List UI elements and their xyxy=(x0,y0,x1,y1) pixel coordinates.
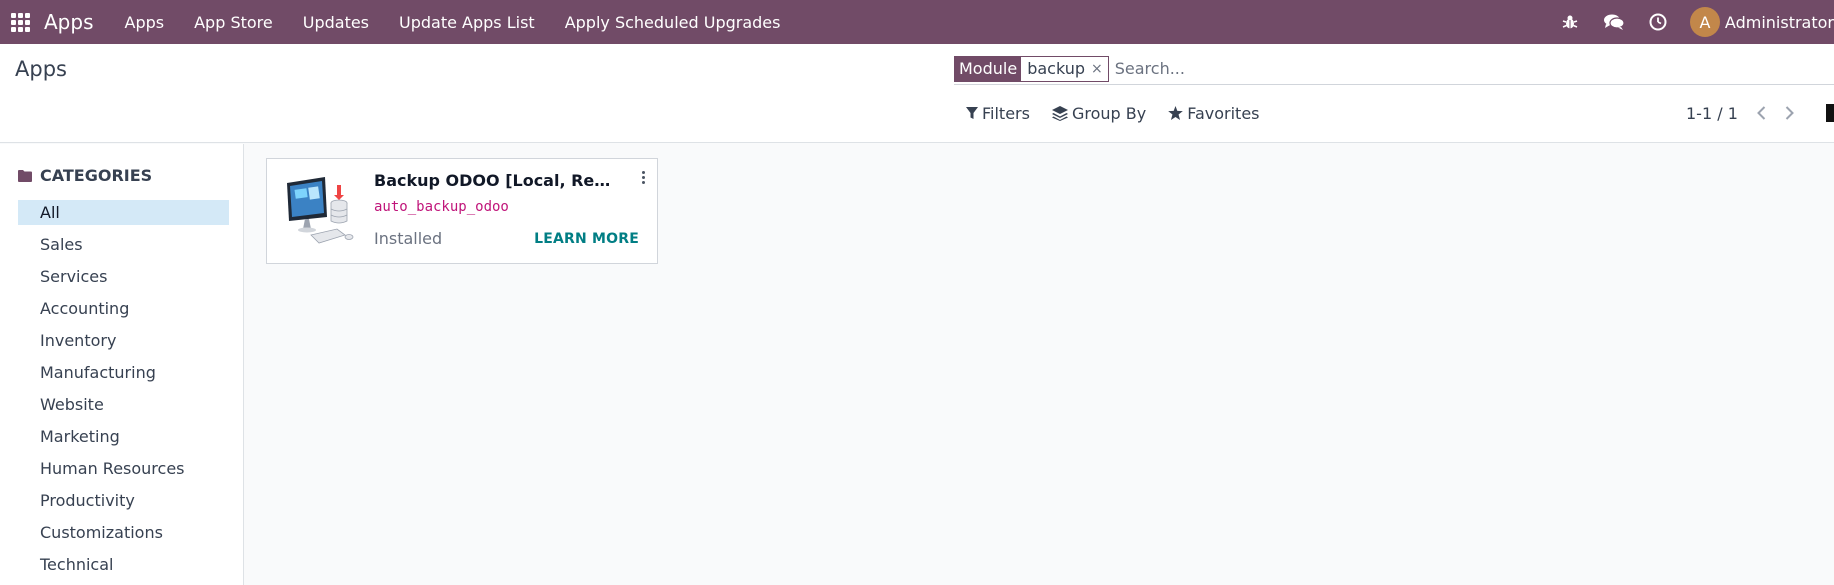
app-card[interactable]: Backup ODOO [Local, Remote, FTP, SFTP, D… xyxy=(266,158,658,264)
facet-label: Module xyxy=(955,56,1022,81)
category-inventory[interactable]: Inventory xyxy=(18,328,229,353)
search-bar: Module backup × xyxy=(954,53,1834,85)
control-panel: Apps Module backup × Filters Group By Fa… xyxy=(0,44,1834,143)
category-accounting[interactable]: Accounting xyxy=(18,296,229,321)
bug-icon[interactable] xyxy=(1548,0,1592,44)
categories-sidebar: CATEGORIES All Sales Services Accounting… xyxy=(0,144,244,585)
star-icon xyxy=(1168,106,1184,120)
category-website[interactable]: Website xyxy=(18,392,229,417)
category-customizations[interactable]: Customizations xyxy=(18,520,229,545)
filters-label: Filters xyxy=(982,103,1030,123)
pager-next-icon[interactable] xyxy=(1776,106,1804,120)
pager-previous-icon[interactable] xyxy=(1748,106,1776,120)
app-brand[interactable]: Apps xyxy=(44,10,94,34)
group-by-button[interactable]: Group By xyxy=(1051,103,1147,123)
user-name[interactable]: Administrator xyxy=(1725,13,1834,32)
menu-apps[interactable]: Apps xyxy=(125,13,165,32)
category-technical[interactable]: Technical xyxy=(18,552,229,577)
app-status: Installed xyxy=(374,229,443,248)
category-sales[interactable]: Sales xyxy=(18,232,229,257)
top-navbar: Apps Apps App Store Updates Update Apps … xyxy=(0,0,1834,44)
kebab-menu-icon[interactable] xyxy=(637,167,649,187)
app-grid-icon[interactable] xyxy=(10,12,30,32)
layers-icon xyxy=(1051,105,1068,121)
avatar[interactable]: A xyxy=(1689,7,1720,37)
category-human-resources[interactable]: Human Resources xyxy=(18,456,229,481)
category-manufacturing[interactable]: Manufacturing xyxy=(18,360,229,385)
backup-computer-icon xyxy=(287,177,354,244)
facet-remove-icon[interactable]: × xyxy=(1091,56,1108,81)
category-productivity[interactable]: Productivity xyxy=(18,488,229,513)
categories-list: All Sales Services Accounting Inventory … xyxy=(18,200,229,584)
favorites-button[interactable]: Favorites xyxy=(1168,103,1260,123)
menu-apply-scheduled-upgrades[interactable]: Apply Scheduled Upgrades xyxy=(565,13,781,32)
category-services[interactable]: Services xyxy=(18,264,229,289)
folder-icon xyxy=(18,169,32,182)
menu-updates[interactable]: Updates xyxy=(303,13,369,32)
learn-more-button[interactable]: LEARN MORE xyxy=(534,231,639,247)
group-by-label: Group By xyxy=(1071,103,1147,123)
search-input[interactable] xyxy=(1114,55,1715,82)
categories-header: CATEGORIES xyxy=(18,166,152,185)
app-title: Backup ODOO [Local, Remote, FTP, SFTP, D… xyxy=(374,171,619,190)
favorites-label: Favorites xyxy=(1187,103,1260,123)
app-technical-name: auto_backup_odoo xyxy=(374,199,509,215)
filter-icon xyxy=(966,106,978,119)
categories-title: CATEGORIES xyxy=(40,166,153,185)
category-all[interactable]: All xyxy=(18,200,229,225)
clock-icon[interactable] xyxy=(1636,0,1680,44)
menu-update-apps-list[interactable]: Update Apps List xyxy=(399,13,535,32)
category-marketing[interactable]: Marketing xyxy=(18,424,229,449)
search-facet: Module backup × xyxy=(954,55,1109,82)
kanban-view-icon[interactable] xyxy=(1826,104,1834,122)
menu-app-store[interactable]: App Store xyxy=(194,13,273,32)
page-title: Apps xyxy=(15,57,67,81)
pager-value[interactable]: 1-1 / 1 xyxy=(1686,104,1738,123)
navbar-systray: A Administrator xyxy=(1548,0,1834,44)
search-options: Filters Group By Favorites xyxy=(966,100,1282,126)
pager: 1-1 / 1 xyxy=(1686,100,1804,126)
facet-value: backup xyxy=(1021,56,1092,81)
filters-button[interactable]: Filters xyxy=(966,104,1030,123)
chat-icon[interactable] xyxy=(1592,0,1636,44)
